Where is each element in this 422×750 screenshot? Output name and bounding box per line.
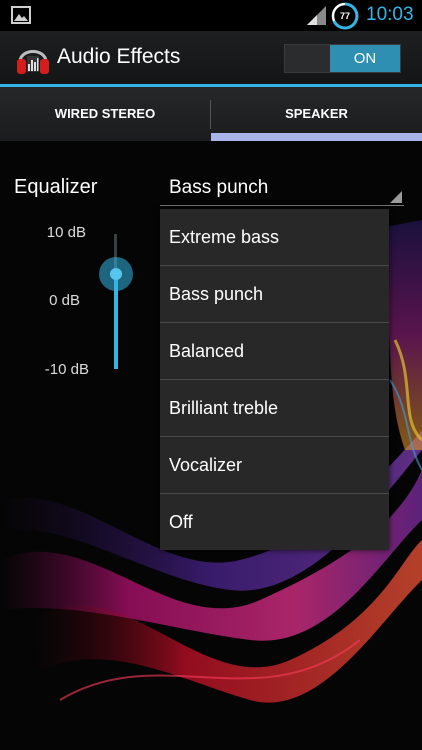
dropdown-option[interactable]: Balanced (160, 323, 389, 380)
app-title: Audio Effects (57, 45, 181, 68)
dropdown-option[interactable]: Extreme bass (160, 209, 389, 266)
dropdown-option[interactable]: Off (160, 494, 389, 550)
effects-toggle[interactable]: ON (284, 44, 401, 73)
gallery-icon (11, 6, 31, 24)
preset-spinner-value: Bass punch (169, 177, 269, 198)
dropdown-option[interactable]: Bass punch (160, 266, 389, 323)
toggle-on-label: ON (330, 45, 400, 72)
status-bar: 77 10:03 (0, 0, 422, 31)
db-label-mid: 0 dB (49, 292, 80, 309)
spinner-arrow-icon (390, 191, 402, 203)
action-bar: Audio Effects ON (0, 31, 422, 85)
tab-selected-indicator (211, 133, 422, 141)
db-label-top: 10 dB (46, 224, 86, 241)
spinner-underline (160, 205, 404, 206)
db-label-bottom: -10 dB (44, 361, 89, 378)
tab-wired-stereo[interactable]: WIRED STEREO (0, 87, 210, 141)
dropdown-option[interactable]: Vocalizer (160, 437, 389, 494)
clock-time: 10:03 (366, 4, 414, 25)
preset-spinner[interactable]: Bass punch (160, 170, 404, 206)
battery-level-text: 77 (339, 11, 350, 21)
battery-icon: 77 (330, 1, 360, 31)
preset-dropdown: Extreme bass Bass punch Balanced Brilliant … (160, 209, 389, 550)
signal-icon (307, 6, 326, 25)
headphones-equalizer-icon (17, 50, 49, 74)
dropdown-option[interactable]: Brilliant treble (160, 380, 389, 437)
equalizer-label: Equalizer (14, 176, 98, 198)
slider-thumb[interactable] (110, 268, 122, 280)
eq-band-slider[interactable] (98, 232, 138, 372)
